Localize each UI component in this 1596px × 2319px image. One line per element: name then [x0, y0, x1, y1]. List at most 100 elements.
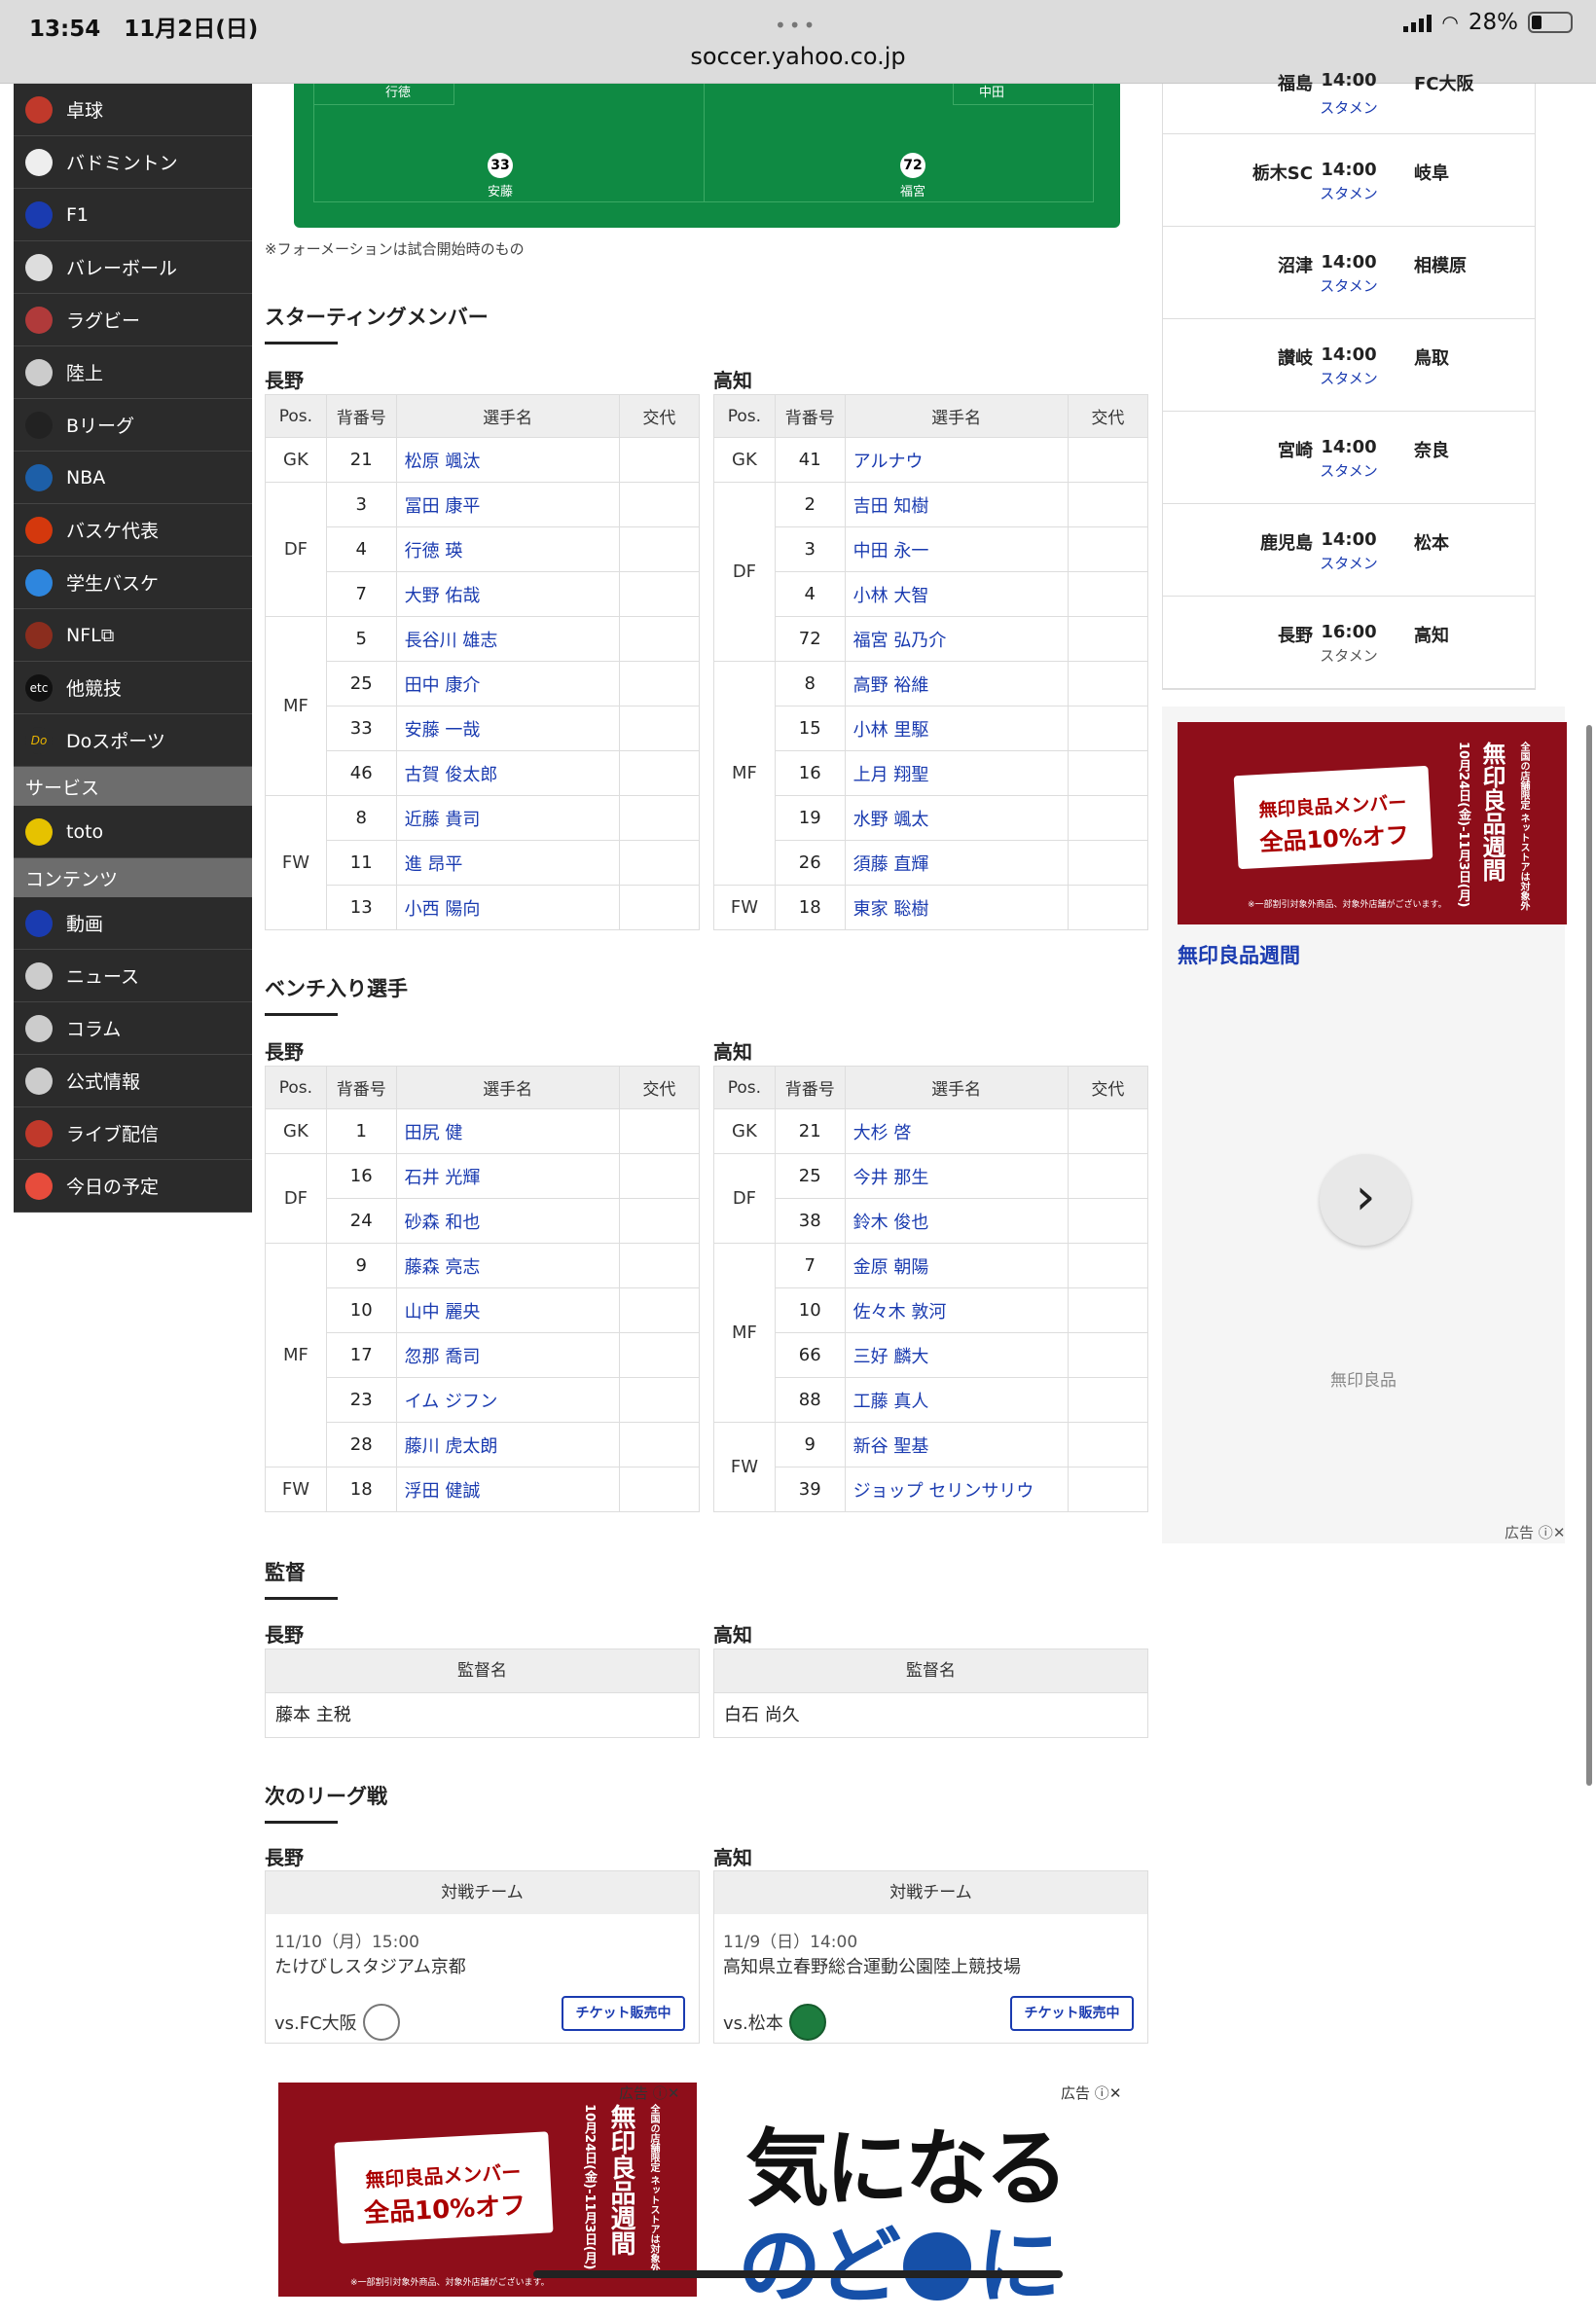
close-icon[interactable]: ✕	[668, 2084, 680, 2102]
player-name-link[interactable]: 大野 佑哉	[395, 571, 620, 617]
sidebar-item-bleague[interactable]: Bリーグ	[14, 399, 252, 452]
player-name-link[interactable]: 砂森 和也	[395, 1198, 620, 1244]
player-name-link[interactable]: 石井 光輝	[395, 1153, 620, 1199]
url-bar[interactable]: soccer.yahoo.co.jp	[0, 43, 1596, 70]
player-name-link[interactable]: 高野 裕維	[844, 661, 1069, 707]
player-name-link[interactable]: 小西 陽向	[395, 885, 620, 930]
sidebar-item-table-tennis[interactable]: 卓球	[14, 84, 252, 136]
schedule-match[interactable]: 栃木SC 14:00 岐阜 スタメン	[1163, 134, 1535, 227]
player-name-link[interactable]: 浮田 健誠	[395, 1467, 620, 1512]
player-name-link[interactable]: 新谷 聖基	[844, 1422, 1069, 1467]
schedule-match[interactable]: 宮崎 14:00 奈良 スタメン	[1163, 412, 1535, 504]
player-name-link[interactable]: 中田 永一	[844, 526, 1069, 572]
sidebar-item-do-sports[interactable]: Do Doスポーツ	[14, 714, 252, 767]
player-name-link[interactable]: 忽那 喬司	[395, 1332, 620, 1378]
schedule-match[interactable]: 沼津 14:00 相模原 スタメン	[1163, 227, 1535, 319]
bottom-ad-banner-2[interactable]: 気になる のどに	[720, 2083, 1109, 2315]
player-name-link[interactable]: 福宮 弘乃介	[844, 616, 1069, 662]
player-name-link[interactable]: 松原 颯汰	[395, 437, 620, 483]
scrollbar[interactable]	[1586, 725, 1592, 1786]
player-name-link[interactable]: 金原 朝陽	[844, 1243, 1069, 1288]
player-name-link[interactable]: 進 昂平	[395, 840, 620, 886]
schedule-match[interactable]: 長野 16:00 高知 スタメン	[1163, 597, 1535, 689]
ad-label[interactable]: 広告 ⓘ✕	[619, 2083, 679, 2103]
ad-title-link[interactable]: 無印良品週間	[1178, 940, 1300, 969]
sidebar-item-toto[interactable]: toto	[14, 806, 252, 858]
player-name-link[interactable]: 鈴木 俊也	[844, 1198, 1069, 1244]
player-name-link[interactable]: 山中 麗央	[395, 1287, 620, 1333]
player-name-link[interactable]: アルナウ	[844, 437, 1069, 483]
player-name-link[interactable]: 上月 翔聖	[844, 750, 1069, 796]
sidebar-item-badminton[interactable]: バドミントン	[14, 136, 252, 189]
home-indicator[interactable]	[533, 2270, 1063, 2278]
sidebar-item-official-info[interactable]: 公式情報	[14, 1055, 252, 1107]
player-name-link[interactable]: 田中 康介	[395, 661, 620, 707]
player-name-link[interactable]: 工藤 真人	[844, 1377, 1069, 1423]
sidebar-item-video[interactable]: 動画	[14, 897, 252, 950]
player-name-link[interactable]: 須藤 直輝	[844, 840, 1069, 886]
player-name-link[interactable]: 小林 里駆	[844, 706, 1069, 751]
lineup-status-link[interactable]: スタメン	[1163, 460, 1535, 481]
player-name-link[interactable]: 田尻 健	[395, 1108, 620, 1154]
player-name-link[interactable]: 吉田 知樹	[844, 482, 1069, 527]
sidebar-item-college-basketball[interactable]: 学生バスケ	[14, 557, 252, 609]
player-name-link[interactable]: 水野 颯太	[844, 795, 1069, 841]
player-name-link[interactable]: イム ジフン	[395, 1377, 620, 1423]
player-name-link[interactable]: 長谷川 雄志	[395, 616, 620, 662]
lineup-status-link[interactable]: スタメン	[1163, 368, 1535, 388]
formation-player[interactable]: 72 福宮	[879, 153, 947, 199]
schedule-match[interactable]: 讃岐 14:00 鳥取 スタメン	[1163, 319, 1535, 412]
formation-player[interactable]: 行徳	[364, 82, 432, 100]
player-name-link[interactable]: 小林 大智	[844, 571, 1069, 617]
sidebar-item-column[interactable]: コラム	[14, 1002, 252, 1055]
schedule-match[interactable]: 福島 14:00 FC大阪 スタメン	[1163, 70, 1535, 134]
sidebar-item-volleyball[interactable]: バレーボール	[14, 241, 252, 294]
player-name-link[interactable]: 佐々木 敦河	[844, 1287, 1069, 1333]
sidebar-item-news[interactable]: ニュース	[14, 950, 252, 1002]
player-name-link[interactable]: 近藤 貴司	[395, 795, 620, 841]
ad-banner[interactable]: 無印良品メンバー 全品10%オフ 無印良品週間 10月24日(金)-11月3日(…	[1178, 722, 1567, 924]
lineup-status-link[interactable]: スタメン	[1163, 97, 1535, 118]
ad-label[interactable]: 広告 ⓘ✕	[1061, 2083, 1121, 2103]
sidebar-item-nba[interactable]: NBA	[14, 452, 252, 504]
player-name-link[interactable]: 大杉 啓	[844, 1108, 1069, 1154]
sidebar-item-live[interactable]: ライブ配信	[14, 1107, 252, 1160]
close-icon[interactable]: ✕	[1553, 1524, 1566, 1541]
sidebar-item-athletics[interactable]: 陸上	[14, 346, 252, 399]
formation-player[interactable]: 中田	[958, 82, 1026, 100]
player-name-link[interactable]: 今井 那生	[844, 1153, 1069, 1199]
bottom-ad-banner[interactable]: 無印良品メンバー 全品10%オフ 無印良品週間 10月24日(金)-11月3日(…	[278, 2083, 697, 2297]
player-name-link[interactable]: 藤川 虎太朗	[395, 1422, 620, 1467]
sidebar-item-nfl[interactable]: NFL ⧉	[14, 609, 252, 662]
player-name-link[interactable]: 三好 麟大	[844, 1332, 1069, 1378]
tab-menu-dots[interactable]: •••	[775, 14, 817, 37]
info-icon[interactable]: ⓘ	[653, 2084, 668, 2102]
sidebar-item-etc[interactable]: etc 他競技	[14, 662, 252, 714]
player-name-link[interactable]: 東家 聡樹	[844, 885, 1069, 930]
formation-player[interactable]: 33 安藤	[466, 153, 534, 199]
lineup-status-link[interactable]: スタメン	[1163, 553, 1535, 573]
info-icon[interactable]: ⓘ	[1095, 2084, 1109, 2102]
player-name-link[interactable]: 古賀 俊太郎	[395, 750, 620, 796]
schedule-match[interactable]: 鹿児島 14:00 松本 スタメン	[1163, 504, 1535, 597]
lineup-status-link[interactable]: スタメン	[1163, 275, 1535, 296]
ticket-button[interactable]: チケット販売中	[1010, 1996, 1134, 2031]
sidebar-item-f1[interactable]: F1	[14, 189, 252, 241]
side-advertisement[interactable]: 無印良品メンバー 全品10%オフ 無印良品週間 10月24日(金)-11月3日(…	[1162, 707, 1567, 1543]
close-icon[interactable]: ✕	[1109, 2084, 1122, 2102]
sidebar-item-rugby[interactable]: ラグビー	[14, 294, 252, 346]
sidebar-item-basketball[interactable]: バスケ代表	[14, 504, 252, 557]
starting-title: スターティングメンバー	[265, 306, 489, 329]
player-name-link[interactable]: 安藤 一哉	[395, 706, 620, 751]
player-name-link[interactable]: ジョップ セリンサリウ	[844, 1467, 1069, 1512]
lineup-status-link[interactable]: スタメン	[1163, 645, 1535, 666]
player-name-link[interactable]: 藤森 亮志	[395, 1243, 620, 1288]
ad-label[interactable]: 広告 ⓘ✕	[1505, 1522, 1565, 1542]
info-icon[interactable]: ⓘ	[1539, 1524, 1553, 1541]
lineup-status-link[interactable]: スタメン	[1163, 183, 1535, 203]
chevron-right-icon[interactable]: ›	[1320, 1154, 1411, 1246]
player-name-link[interactable]: 行徳 瑛	[395, 526, 620, 572]
ticket-button[interactable]: チケット販売中	[562, 1996, 685, 2031]
player-name-link[interactable]: 冨田 康平	[395, 482, 620, 527]
sidebar-item-calendar[interactable]: 今日の予定	[14, 1160, 252, 1213]
